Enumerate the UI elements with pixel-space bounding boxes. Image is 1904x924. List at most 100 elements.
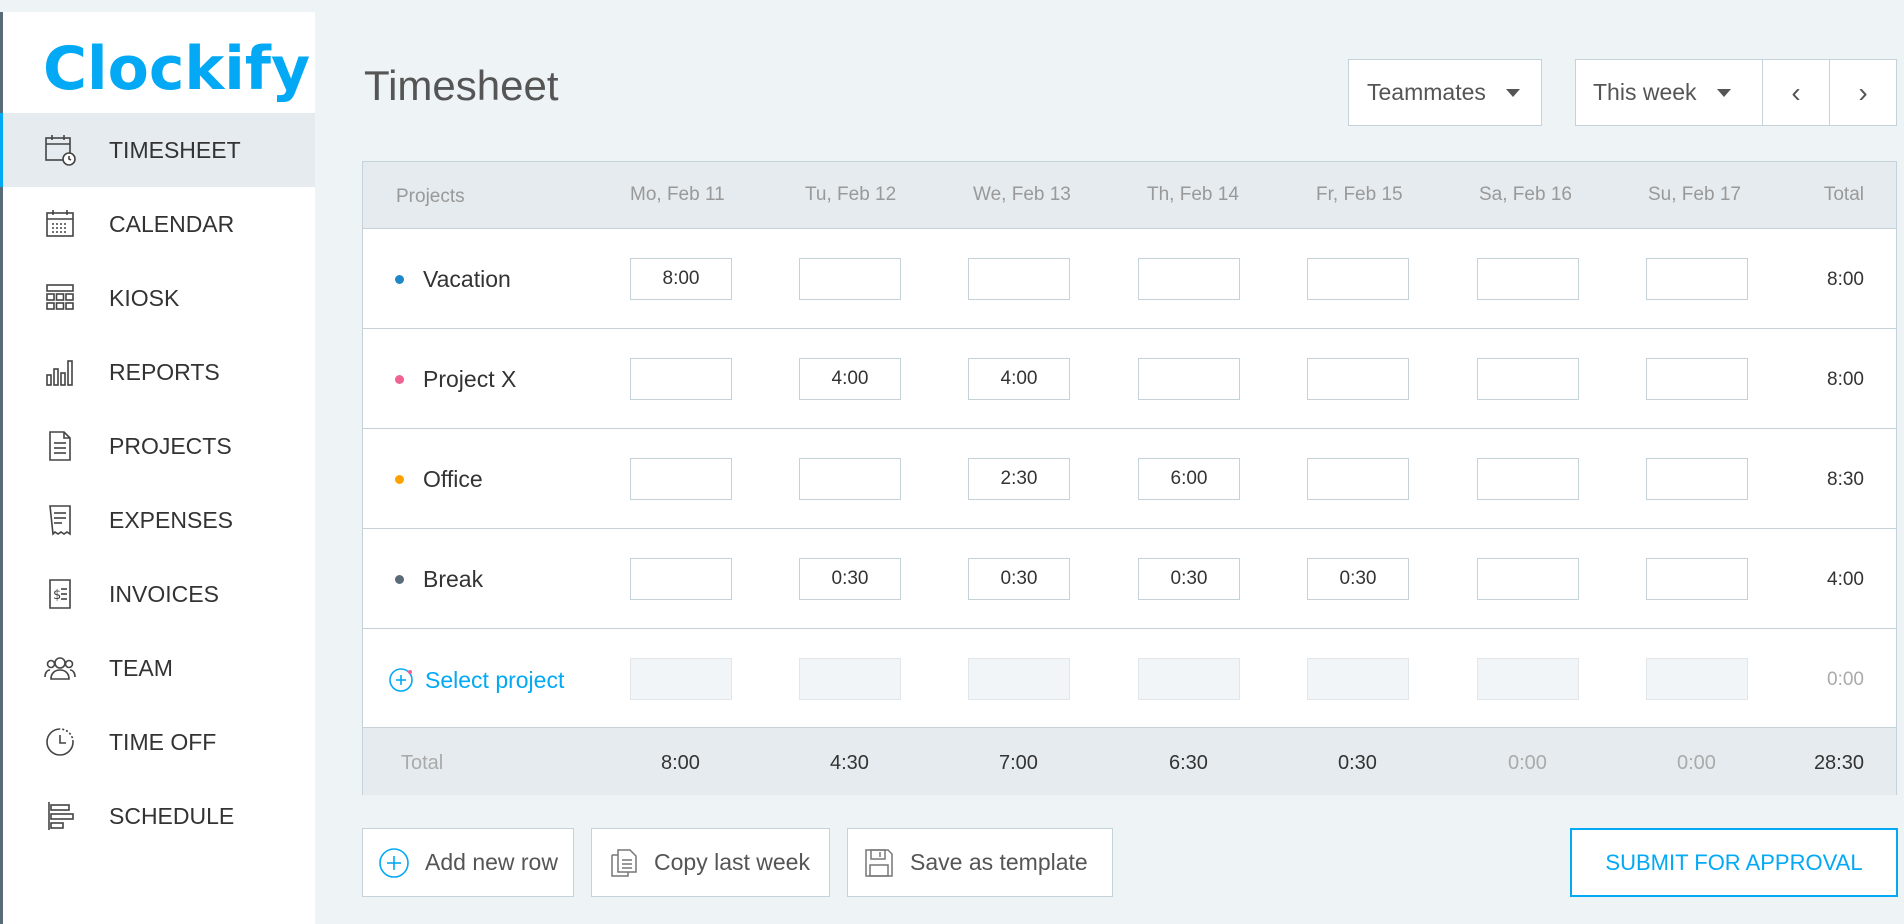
copy-last-week-label: Copy last week [654, 849, 810, 875]
sidebar-item-label: TEAM [109, 654, 173, 681]
footer-grand-total: 28:30 [1813, 752, 1864, 774]
project-color-dot [395, 575, 404, 584]
sidebar-item-reports[interactable]: REPORTS [3, 335, 315, 409]
project-name[interactable]: Vacation [395, 266, 511, 293]
sidebar-item-schedule[interactable]: SCHEDULE [3, 779, 315, 853]
project-name[interactable]: Break [395, 566, 483, 593]
time-cell[interactable]: 0:30 [1307, 558, 1409, 600]
timesheet-icon [41, 132, 79, 168]
time-cell[interactable]: 4:00 [968, 358, 1070, 400]
week-dropdown[interactable]: This week [1575, 59, 1763, 126]
projects-icon [41, 428, 79, 464]
time-cell[interactable]: 2:30 [968, 458, 1070, 500]
sidebar-item-team[interactable]: TEAM [3, 631, 315, 705]
clockify-logo[interactable]: Clockify [43, 34, 310, 104]
sidebar-nav: TIMESHEET CALENDAR KIOSK REPORTS PROJECT… [0, 113, 315, 853]
time-cell[interactable]: 0:30 [968, 558, 1070, 600]
select-project-label: Select project [425, 666, 565, 693]
time-cell[interactable] [1307, 358, 1409, 400]
select-project-button[interactable]: Select project [387, 666, 564, 694]
footer-day-total: 4:30 [830, 752, 869, 774]
time-cell[interactable] [1646, 258, 1748, 300]
next-week-button[interactable]: › [1829, 59, 1897, 126]
time-cell-disabled [1477, 658, 1579, 700]
time-cell[interactable] [630, 458, 732, 500]
time-cell[interactable] [1138, 358, 1240, 400]
project-name[interactable]: Project X [395, 366, 516, 393]
copy-last-week-button[interactable]: Copy last week [591, 828, 830, 897]
time-cell-disabled [968, 658, 1070, 700]
copy-icon [611, 848, 637, 877]
time-cell[interactable]: 6:00 [1138, 458, 1240, 500]
time-cell[interactable] [799, 258, 901, 300]
sidebar-item-timesheet[interactable]: TIMESHEET [0, 113, 315, 187]
caret-down-icon [1716, 88, 1731, 97]
time-cell[interactable] [630, 558, 732, 600]
chevron-left-icon: ‹ [1791, 76, 1801, 108]
footer-day-total: 0:00 [1677, 752, 1716, 774]
add-new-row-label: Add new row [425, 849, 558, 875]
footer-day-total: 6:30 [1169, 752, 1208, 774]
project-label: Office [423, 466, 483, 492]
sidebar-item-label: TIMESHEET [109, 136, 241, 163]
time-cell-disabled [1646, 658, 1748, 700]
time-cell[interactable] [799, 458, 901, 500]
sidebar: Clockify TIMESHEET CALENDAR KIOSK REPORT… [0, 12, 315, 924]
project-label: Vacation [423, 266, 511, 292]
sidebar-item-time-off[interactable]: TIME OFF [3, 705, 315, 779]
time-cell[interactable] [630, 358, 732, 400]
table-row: Office 2:30 6:00 8:30 [363, 429, 1896, 529]
project-name[interactable]: Office [395, 466, 483, 493]
column-header: Projects [396, 186, 465, 207]
caret-down-icon [1505, 88, 1520, 97]
column-header: We, Feb 13 [973, 184, 1071, 205]
time-cell-disabled [630, 658, 732, 700]
time-cell-disabled [1138, 658, 1240, 700]
week-dropdown-label: This week [1593, 79, 1697, 105]
sidebar-item-expenses[interactable]: EXPENSES [3, 483, 315, 557]
time-cell[interactable] [1477, 258, 1579, 300]
sidebar-item-kiosk[interactable]: KIOSK [3, 261, 315, 335]
time-cell[interactable]: 8:00 [630, 258, 732, 300]
svg-text:$: $ [53, 588, 61, 603]
save-as-template-label: Save as template [910, 849, 1088, 875]
sidebar-item-label: REPORTS [109, 358, 220, 385]
sidebar-item-calendar[interactable]: CALENDAR [3, 187, 315, 261]
column-header: Th, Feb 14 [1147, 184, 1239, 205]
project-color-dot [395, 275, 404, 284]
time-cell-disabled [799, 658, 901, 700]
save-as-template-button[interactable]: Save as template [847, 828, 1113, 897]
project-color-dot [395, 475, 404, 484]
time-cell[interactable] [1477, 558, 1579, 600]
table-footer: Total 8:00 4:30 7:00 6:30 0:30 0:00 0:00… [363, 728, 1896, 795]
time-cell[interactable]: 0:30 [1138, 558, 1240, 600]
time-cell[interactable]: 0:30 [799, 558, 901, 600]
time-cell[interactable] [1138, 258, 1240, 300]
column-header: Sa, Feb 16 [1479, 184, 1572, 205]
sidebar-item-invoices[interactable]: $ INVOICES [3, 557, 315, 631]
prev-week-button[interactable]: ‹ [1762, 59, 1830, 126]
project-label: Break [423, 566, 484, 592]
sidebar-item-projects[interactable]: PROJECTS [3, 409, 315, 483]
sidebar-item-label: INVOICES [109, 580, 219, 607]
time-cell[interactable] [968, 258, 1070, 300]
time-cell[interactable] [1646, 458, 1748, 500]
timesheet-table: Projects Mo, Feb 11 Tu, Feb 12 We, Feb 1… [362, 161, 1897, 795]
time-cell[interactable] [1307, 258, 1409, 300]
time-cell-disabled [1307, 658, 1409, 700]
time-cell[interactable] [1646, 558, 1748, 600]
time-cell[interactable] [1477, 458, 1579, 500]
submit-for-approval-button[interactable]: SUBMIT FOR APPROVAL [1570, 828, 1898, 897]
time-cell[interactable] [1646, 358, 1748, 400]
save-icon [865, 848, 893, 877]
time-cell[interactable] [1307, 458, 1409, 500]
add-new-row-button[interactable]: Add new row [362, 828, 574, 897]
teammates-dropdown[interactable]: Teammates [1348, 59, 1542, 126]
team-icon [41, 650, 79, 686]
logo-text: lockify [87, 34, 311, 104]
submit-for-approval-label: SUBMIT FOR APPROVAL [1605, 849, 1863, 875]
time-cell[interactable]: 4:00 [799, 358, 901, 400]
column-header: Total [1823, 184, 1864, 205]
footer-label: Total [401, 752, 444, 774]
time-cell[interactable] [1477, 358, 1579, 400]
